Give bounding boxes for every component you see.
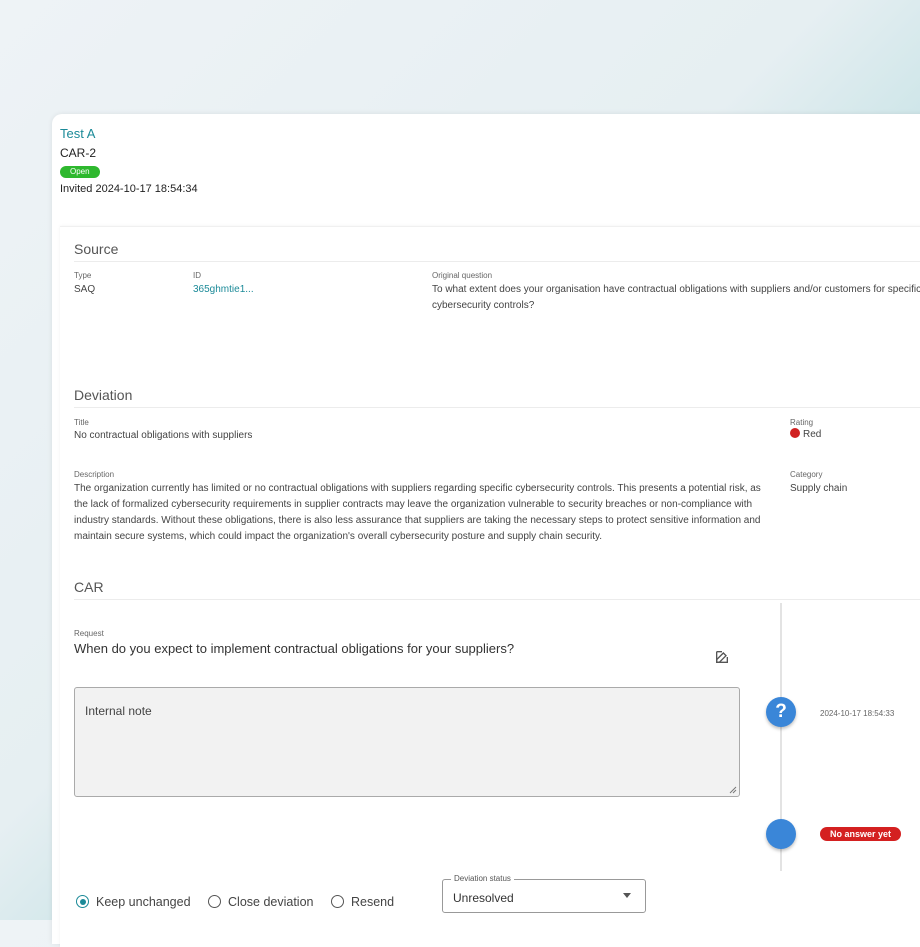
category-value: Supply chain <box>790 483 848 494</box>
timeline-question-time: 2024-10-17 18:54:33 <box>820 709 895 718</box>
radio-keep-unchanged[interactable]: Keep unchanged <box>76 895 191 909</box>
deviation-status-select[interactable]: Deviation status Unresolved <box>442 874 646 913</box>
car-card: Test A CAR-2 Open Invited 2024-10-17 18:… <box>52 114 920 947</box>
edit-icon[interactable] <box>714 649 730 665</box>
deviation-title-label: Title <box>74 418 89 427</box>
request-value: When do you expect to implement contract… <box>74 641 515 656</box>
timeline-pending-dot <box>766 819 796 849</box>
request-label: Request <box>74 629 104 638</box>
car-details-panel: Source Type SAQ ID 365ghmtie1... Origina… <box>60 226 920 947</box>
deviation-section-title: Deviation <box>74 387 920 408</box>
radio-resend[interactable]: Resend <box>330 895 395 909</box>
description-label: Description <box>74 470 115 479</box>
resize-handle-icon[interactable] <box>729 786 737 794</box>
source-section-title: Source <box>74 241 920 262</box>
car-id: CAR-2 <box>60 146 97 160</box>
radio-close-deviation[interactable]: Close deviation <box>208 895 313 909</box>
rating-value: Red <box>790 427 821 443</box>
radio-keep-unchanged-label: Keep unchanged <box>96 895 191 909</box>
rating-text: Red <box>803 429 822 440</box>
page-title[interactable]: Test A <box>60 126 198 142</box>
deviation-title-value: No contractual obligations with supplier… <box>74 430 253 441</box>
chevron-down-icon <box>623 893 631 898</box>
source-type-value: SAQ <box>74 284 96 295</box>
rating-label: Rating <box>790 418 814 427</box>
status-badge: Open <box>60 166 100 178</box>
action-radio-group: Keep unchanged Close deviation Resend <box>76 895 408 909</box>
internal-note-placeholder: Internal note <box>85 704 152 718</box>
source-id-link[interactable]: 365ghmtie1... <box>193 282 254 298</box>
internal-note-textarea[interactable]: Internal note <box>74 687 740 797</box>
source-type-label: Type <box>74 271 92 280</box>
radio-resend-label: Resend <box>350 895 395 909</box>
car-section-title: CAR <box>74 579 920 600</box>
deviation-status-value: Unresolved <box>453 891 514 905</box>
original-question-value: To what extent does your organisation ha… <box>432 284 920 311</box>
car-header: Test A CAR-2 Open Invited 2024-10-17 18:… <box>60 126 198 195</box>
deviation-status-label: Deviation status <box>451 874 514 883</box>
source-id-label: ID <box>193 271 201 280</box>
rating-red-dot <box>790 428 800 438</box>
original-question-label: Original question <box>432 271 493 280</box>
radio-close-deviation-label: Close deviation <box>228 895 314 909</box>
description-value: The organization currently has limited o… <box>74 483 761 542</box>
question-icon: ? <box>766 697 796 727</box>
no-answer-badge: No answer yet <box>820 827 902 841</box>
category-label: Category <box>790 470 823 479</box>
invited-timestamp: Invited 2024-10-17 18:54:34 <box>60 183 198 195</box>
